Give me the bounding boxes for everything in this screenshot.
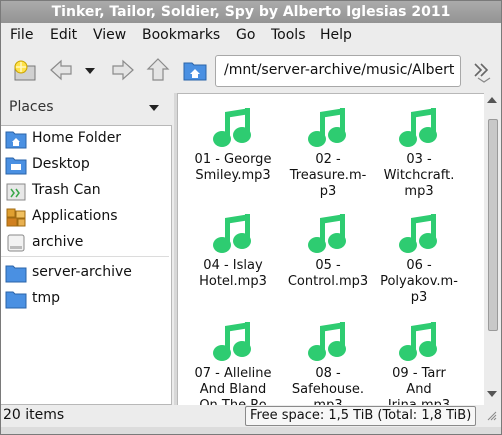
chevron-down-icon: [149, 105, 159, 111]
back-arrow-icon: [50, 59, 72, 81]
resize-grip-icon[interactable]: [487, 411, 497, 421]
file-name: 01 - George Smiley.mp3: [194, 152, 272, 183]
file-item[interactable]: 04 - Islay Hotel.mp3: [188, 204, 278, 296]
file-name: 02 - Treasure.m- p3: [289, 152, 367, 199]
new-tab-icon: [14, 60, 36, 81]
file-item[interactable]: 02 - Treasure.m- p3: [283, 98, 373, 199]
go-button[interactable]: [467, 59, 495, 87]
up-arrow-icon: [146, 58, 170, 81]
file-item[interactable]: 07 - Alleline And Bland On The Ro: [188, 312, 278, 407]
place-archive[interactable]: archive: [1, 230, 169, 256]
scroll-up-icon[interactable]: [487, 97, 497, 103]
file-manager-window: Tinker, Tailor, Soldier, Spy by Alberto …: [0, 0, 502, 435]
location-bar[interactable]: /mnt/server-archive/music/Albert: [215, 55, 461, 87]
bookmark-label: server-archive: [32, 264, 132, 280]
file-item[interactable]: 01 - George Smiley.mp3: [188, 98, 278, 190]
file-view: 01 - George Smiley.mp3 02 - Treasure.m- …: [177, 93, 485, 407]
file-name: 09 - Tarr And Irina.mp3: [387, 366, 451, 407]
bookmark-server-archive[interactable]: server-archive: [1, 260, 169, 286]
file-name: 03 - Witchcraft. mp3: [383, 152, 455, 199]
up-button[interactable]: [144, 56, 172, 84]
place-label: Trash Can: [32, 182, 101, 198]
free-space: Free space: 1,5 TiB (Total: 1,8 TiB): [245, 406, 477, 426]
chevron-down-icon: [85, 68, 95, 74]
desktop-folder-icon: [5, 157, 27, 175]
place-label: Applications: [32, 208, 118, 224]
menu-tools[interactable]: Tools: [271, 23, 306, 47]
menu-bookmarks[interactable]: Bookmarks: [142, 23, 220, 47]
place-applications[interactable]: Applications: [1, 204, 169, 230]
folder-icon: [5, 265, 27, 283]
drive-icon: [7, 234, 25, 252]
menu-view[interactable]: View: [93, 23, 126, 47]
home-folder-icon: [5, 131, 27, 149]
file-name: 08 - Safehouse. mp3: [291, 366, 365, 407]
location-path: /mnt/server-archive/music/Albert: [224, 62, 455, 78]
status-bar: 20 items Free space: 1,5 TiB (Total: 1,8…: [1, 405, 501, 427]
music-file-icon: [213, 108, 251, 147]
home-folder-icon: [183, 62, 207, 81]
forward-arrow-icon: [112, 59, 134, 81]
new-tab-button[interactable]: [11, 56, 39, 84]
places-separator: [1, 256, 169, 257]
go-arrow-icon: [474, 63, 491, 83]
bookmark-label: tmp: [32, 290, 61, 306]
file-name: 04 - Islay Hotel.mp3: [199, 258, 267, 289]
menu-go[interactable]: Go: [236, 23, 255, 47]
menu-edit[interactable]: Edit: [50, 23, 77, 47]
file-item[interactable]: 08 - Safehouse. mp3: [283, 312, 373, 407]
place-trash[interactable]: Trash Can: [1, 178, 169, 204]
music-file-icon: [399, 214, 437, 253]
place-desktop[interactable]: Desktop: [1, 152, 169, 178]
file-item[interactable]: 05 - Control.mp3: [283, 204, 373, 296]
home-button[interactable]: [181, 56, 209, 84]
side-panel: Places Home Folder Desktop Trash Can App…: [1, 93, 173, 405]
place-label: Desktop: [32, 156, 90, 172]
music-file-icon: [213, 322, 251, 361]
menu-file[interactable]: File: [10, 23, 33, 47]
file-item[interactable]: 06 - Polyakov.m- p3: [374, 204, 464, 305]
scrollbar-thumb[interactable]: [488, 119, 498, 331]
item-count: 20 items: [3, 407, 65, 423]
music-file-icon: [399, 322, 437, 361]
music-file-icon: [308, 322, 346, 361]
horizontal-scrollbar[interactable]: [1, 427, 501, 434]
bookmark-tmp[interactable]: tmp: [1, 286, 169, 312]
trash-icon: [6, 183, 26, 201]
menu-bar: File Edit View Bookmarks Go Tools Help: [1, 23, 501, 47]
music-file-icon: [308, 108, 346, 147]
file-item[interactable]: 09 - Tarr And Irina.mp3: [374, 312, 464, 407]
places-list: Home Folder Desktop Trash Can Applicatio…: [1, 125, 172, 405]
vertical-scrollbar[interactable]: [484, 93, 500, 405]
place-home-folder[interactable]: Home Folder: [1, 126, 169, 152]
back-button[interactable]: [47, 56, 75, 84]
scroll-down-icon[interactable]: [487, 391, 497, 397]
place-label: Home Folder: [32, 130, 122, 146]
places-header[interactable]: Places: [1, 93, 173, 123]
file-name: 06 - Polyakov.m- p3: [380, 258, 458, 305]
file-name: 07 - Alleline And Bland On The Ro: [194, 366, 272, 407]
music-file-icon: [213, 214, 251, 253]
file-name: 05 - Control.mp3: [287, 258, 369, 289]
menu-help[interactable]: Help: [320, 23, 352, 47]
applications-icon: [6, 208, 26, 227]
forward-button[interactable]: [109, 56, 137, 84]
history-dropdown-button[interactable]: [79, 56, 107, 84]
folder-icon: [5, 291, 27, 309]
window-title: Tinker, Tailor, Soldier, Spy by Alberto …: [1, 1, 501, 23]
music-file-icon: [399, 108, 437, 147]
file-item[interactable]: 03 - Witchcraft. mp3: [374, 98, 464, 199]
places-title: Places: [9, 99, 54, 115]
place-label: archive: [32, 234, 84, 250]
music-file-icon: [308, 214, 346, 253]
